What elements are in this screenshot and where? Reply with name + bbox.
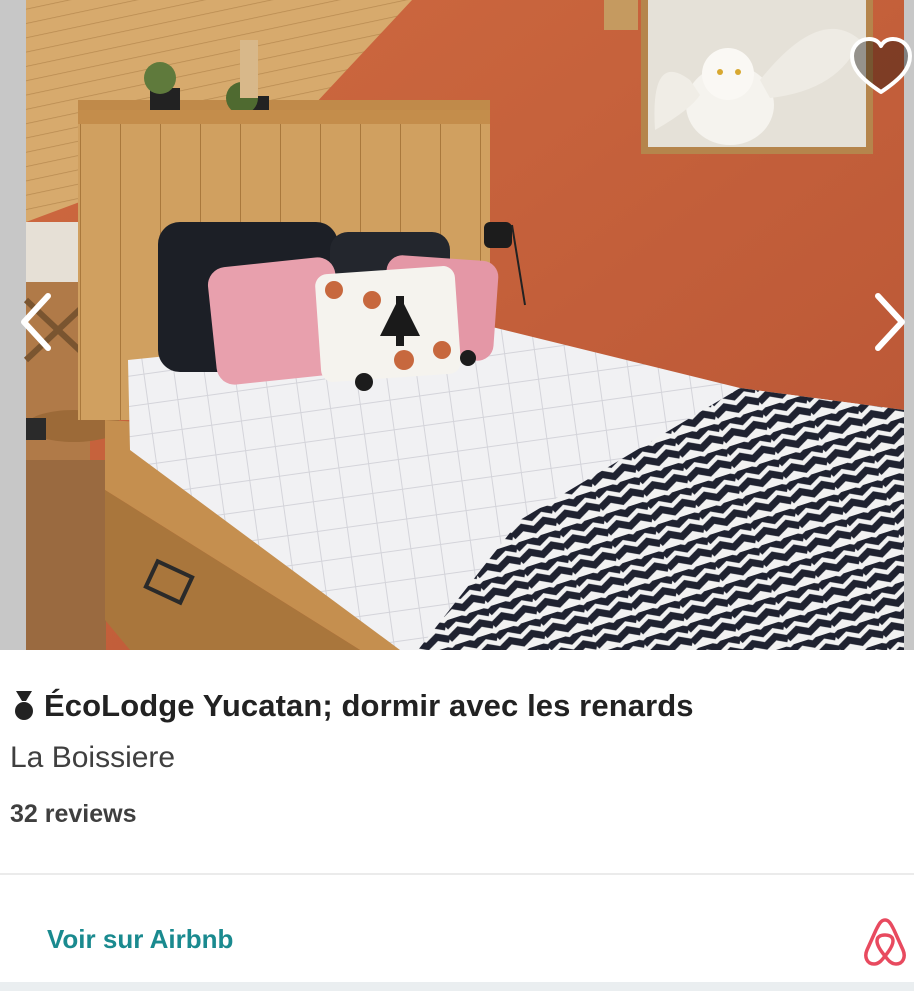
listing-info: ÉcoLodge Yucatan; dormir avec les renard… — [0, 650, 914, 874]
listing-title-row: ÉcoLodge Yucatan; dormir avec les renard… — [12, 688, 694, 724]
previous-photo-button[interactable] — [14, 292, 58, 352]
view-on-airbnb-link[interactable]: Voir sur Airbnb — [47, 924, 233, 955]
listing-photo — [0, 0, 914, 650]
superhost-badge-icon — [15, 691, 33, 720]
heart-icon — [850, 37, 912, 94]
chevron-left-icon — [21, 293, 51, 351]
bottom-band — [0, 982, 914, 991]
wishlist-button[interactable] — [848, 34, 914, 100]
listing-location: La Boissiere — [10, 741, 176, 774]
photo-carousel[interactable] — [0, 0, 914, 650]
next-photo-button[interactable] — [868, 292, 912, 352]
chevron-right-icon — [875, 293, 905, 351]
footer: Voir sur Airbnb — [0, 875, 914, 991]
reviews-count: 32 reviews — [10, 800, 137, 828]
airbnb-logo-icon — [864, 918, 906, 966]
listing-title: ÉcoLodge Yucatan; dormir avec les renard… — [44, 688, 694, 723]
